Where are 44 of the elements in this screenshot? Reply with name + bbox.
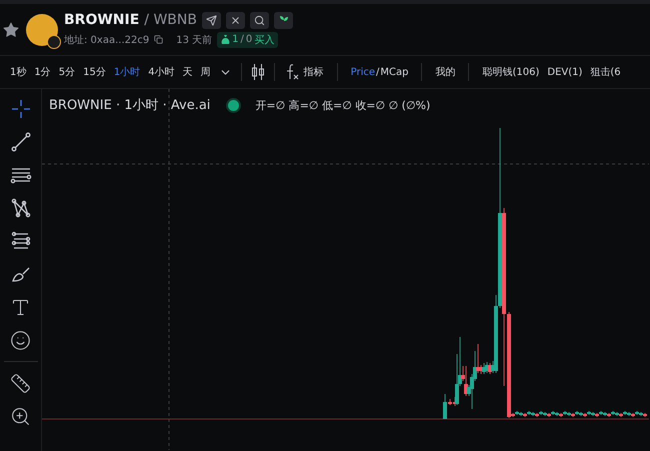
indicators-button[interactable]: 指标 (300, 65, 328, 79)
drawing-tool-button[interactable] (8, 130, 32, 154)
token-age: 13 天前 (176, 34, 212, 46)
search-icon (254, 14, 265, 26)
filter-tab[interactable]: 我的 (431, 65, 460, 79)
pair-label: / WBNB (144, 12, 197, 28)
status-dot (226, 98, 242, 112)
chart-title: BROWNIE · 1小时 · Ave.ai (49, 97, 210, 114)
trend-line-icon (10, 131, 32, 153)
interval-tab[interactable]: 15分 (79, 65, 110, 79)
interval-tab[interactable]: 1分 (30, 65, 55, 79)
interval-tab[interactable]: 1小时 (110, 65, 144, 79)
copy-icon[interactable] (154, 35, 164, 44)
plant-button[interactable] (274, 12, 293, 28)
paper-plane-icon (206, 14, 217, 26)
candlestick-type-icon[interactable] (250, 63, 265, 81)
telegram-button[interactable] (202, 12, 221, 28)
filter-tab[interactable]: 狙击(6 (586, 65, 625, 79)
mode-separator: / (376, 66, 380, 78)
zoom-in-icon (10, 406, 31, 426)
drawing-tool-button[interactable] (8, 371, 32, 395)
x-button[interactable] (226, 12, 245, 28)
filter-tab[interactable]: DEV(1) (543, 66, 586, 78)
x-icon (230, 14, 241, 26)
interval-tab[interactable]: 4小时 (144, 65, 179, 79)
money-bag-icon (221, 34, 230, 44)
trade-count-badge: 1 / 0 买入 (217, 32, 278, 48)
emoji-icon (10, 330, 31, 350)
mcap-mode-tab[interactable]: MCap (379, 66, 412, 78)
interval-tab[interactable]: 5分 (54, 65, 80, 79)
crosshair-icon (10, 98, 32, 120)
price-mode-tab[interactable]: Price (346, 66, 376, 78)
drawing-tool-button[interactable] (8, 328, 32, 352)
favorite-star-icon[interactable] (2, 20, 20, 38)
interval-tab[interactable]: 天 (178, 65, 197, 79)
filter-tab[interactable]: 聪明钱(106) (478, 65, 544, 79)
ohlc-values: 开=∅ 高=∅ 低=∅ 收=∅ ∅ (∅%) (255, 98, 430, 112)
contract-address: 地址: 0xaa...22c9 (64, 34, 150, 46)
interval-tab[interactable]: 1秒 (6, 65, 30, 79)
search-button[interactable] (250, 12, 269, 28)
interval-tab[interactable]: 周 (196, 65, 215, 79)
pattern-tool-icon (10, 197, 32, 219)
ruler-icon (10, 372, 31, 394)
token-symbol: BROWNIE (64, 12, 140, 28)
